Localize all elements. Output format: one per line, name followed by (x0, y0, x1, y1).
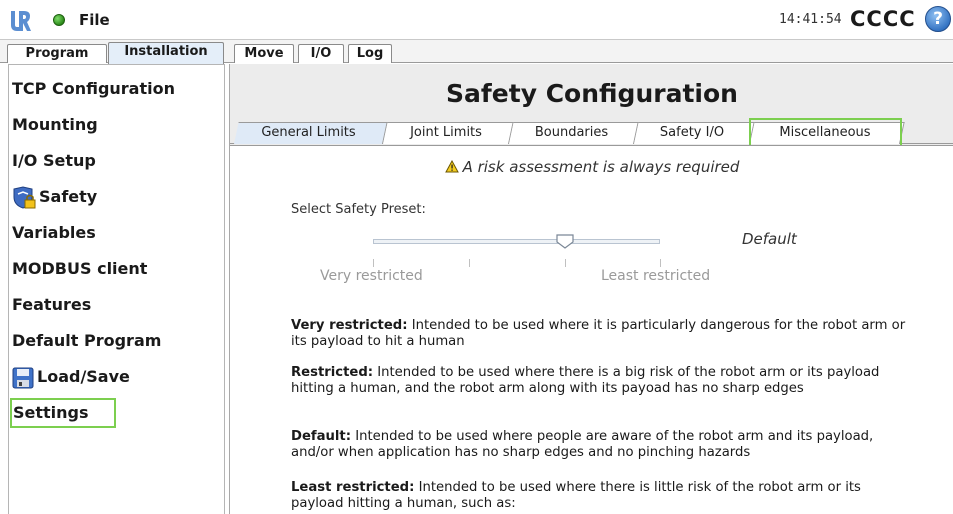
robot-status-icon (53, 14, 65, 26)
page-title: Safety Configuration (446, 79, 738, 108)
sidebar-item-label: Load/Save (37, 367, 130, 386)
sidebar-item-label: Settings (13, 403, 89, 422)
slider-handle[interactable] (556, 234, 574, 249)
sidebar-item-label: Default Program (12, 331, 162, 350)
safety-preset-slider[interactable] (373, 239, 660, 244)
tab-program[interactable]: Program (7, 44, 107, 63)
sidebar-item-features[interactable]: Features (10, 290, 215, 320)
tab-joint-limits[interactable]: Joint Limits (383, 122, 514, 144)
sidebar-item-label: MODBUS client (12, 259, 148, 278)
warning-icon (444, 160, 459, 173)
floppy-disk-icon (12, 367, 34, 388)
sidebar-item-variables[interactable]: Variables (10, 218, 215, 248)
clock: 14:41:54 (779, 12, 842, 27)
sidebar-item-label: Variables (12, 223, 96, 242)
help-icon[interactable]: ? (925, 6, 951, 32)
tab-general-limits[interactable]: General Limits (234, 122, 388, 144)
description-default: Default: Intended to be used where peopl… (291, 429, 911, 460)
tab-label: General Limits (261, 125, 356, 140)
sidebar-item-default-program[interactable]: Default Program (10, 326, 215, 356)
tab-safety-io[interactable]: Safety I/O (634, 122, 755, 144)
preset-label: Select Safety Preset: (291, 202, 426, 217)
tab-label: Safety I/O (659, 125, 725, 140)
description-restricted: Restricted: Intended to be used where th… (291, 365, 911, 396)
shield-lock-icon (13, 185, 36, 209)
description-term: Least restricted: (291, 480, 415, 495)
sidebar-item-label: Mounting (12, 115, 98, 134)
safety-configuration-panel: Safety Configuration General Limits Join… (229, 64, 953, 514)
sidebar-item-io-setup[interactable]: I/O Setup (10, 146, 215, 176)
description-term: Very restricted: (291, 318, 408, 333)
sidebar-item-modbus-client[interactable]: MODBUS client (10, 254, 215, 284)
general-limits-panel: A risk assessment is always required Sel… (230, 145, 953, 514)
tab-boundaries[interactable]: Boundaries (509, 122, 639, 144)
sidebar-item-mounting[interactable]: Mounting (10, 110, 215, 140)
robot-name: CCCC (850, 7, 916, 31)
sidebar-item-label: TCP Configuration (12, 79, 175, 98)
tab-log[interactable]: Log (348, 44, 392, 63)
tab-label: Joint Limits (410, 125, 482, 140)
sidebar-item-safety[interactable]: Safety (10, 182, 215, 212)
warning-text: A risk assessment is always required (462, 158, 740, 176)
sidebar-item-settings[interactable]: Settings (10, 398, 116, 428)
universal-robots-logo (8, 9, 32, 33)
sidebar-item-load-save[interactable]: Load/Save (10, 362, 215, 392)
description-text: Intended to be used where there is a big… (291, 365, 880, 396)
file-menu[interactable]: File (79, 11, 110, 29)
preset-value: Default (742, 230, 797, 248)
description-least-restricted: Least restricted: Intended to be used wh… (291, 480, 911, 511)
top-bar: File 14:41:54 CCCC ? (0, 0, 953, 40)
tab-installation[interactable]: Installation (108, 42, 224, 64)
main-tab-bar: Program Installation Move I/O Log (0, 40, 953, 64)
description-very-restricted: Very restricted: Intended to be used whe… (291, 318, 911, 349)
slider-tick (565, 259, 566, 267)
sidebar-item-tcp-configuration[interactable]: TCP Configuration (10, 74, 215, 104)
risk-warning: A risk assessment is always required (230, 158, 953, 176)
sidebar-item-label: Features (12, 295, 92, 314)
slider-tick (469, 259, 470, 267)
scale-label-right: Least restricted (601, 268, 711, 284)
description-term: Restricted: (291, 365, 374, 380)
tab-label: Boundaries (534, 125, 609, 140)
tab-move[interactable]: Move (234, 44, 294, 63)
installation-sidebar: TCP Configuration Mounting I/O Setup Saf… (8, 64, 225, 514)
slider-tick (373, 259, 374, 267)
tab-io[interactable]: I/O (298, 44, 344, 63)
description-term: Default: (291, 429, 352, 444)
slider-tick (660, 259, 661, 267)
description-text: Intended to be used where people are awa… (291, 429, 874, 460)
sidebar-item-label: I/O Setup (12, 151, 96, 170)
sidebar-item-label: Safety (39, 187, 98, 206)
scale-label-left: Very restricted (320, 268, 423, 284)
